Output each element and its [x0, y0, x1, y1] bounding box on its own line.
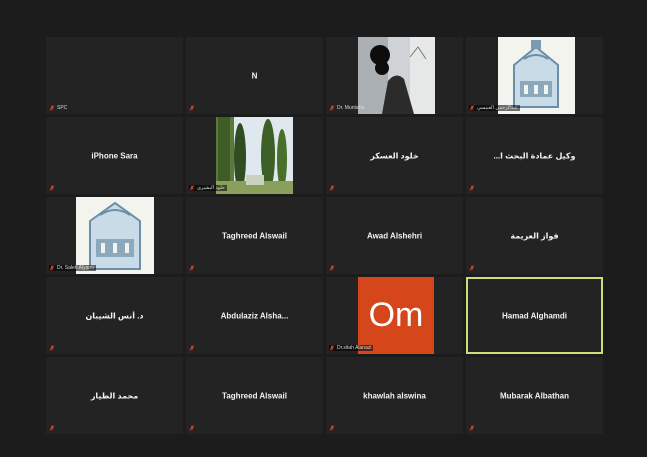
mic-muted-icon	[189, 185, 195, 191]
participant-video	[498, 37, 575, 114]
participant-tile[interactable]: Taghreed Alswail	[186, 357, 323, 434]
participant-display-name: Awad Alshehri	[366, 231, 423, 240]
participant-display-name: Taghreed Alswail	[222, 231, 287, 240]
participant-display-name: فواز العريمة	[510, 231, 559, 240]
participant-tile-active-speaker[interactable]: Hamad Alghamdi	[466, 277, 603, 354]
mic-muted-icon	[329, 425, 335, 431]
participant-display-name: khawlah alswina	[363, 391, 426, 400]
participant-label	[329, 185, 335, 191]
participant-tile[interactable]: Dr. Muntaha	[326, 37, 463, 114]
participant-tile[interactable]: Mubarak Albathan	[466, 357, 603, 434]
university-seal-icon	[76, 197, 154, 274]
participant-label: SPC	[49, 105, 67, 111]
mic-muted-icon	[49, 345, 55, 351]
participant-display-name: د. أنس الشيبان	[85, 311, 144, 320]
participant-name: خلود البشيرى	[197, 185, 226, 191]
participant-video	[76, 197, 154, 274]
video-frame-image	[216, 117, 293, 194]
participant-tile[interactable]: Taghreed Alswail	[186, 197, 323, 274]
mic-muted-icon	[49, 105, 55, 111]
mic-muted-icon	[469, 105, 475, 111]
participant-label	[49, 425, 55, 431]
mic-muted-icon	[49, 265, 55, 271]
participant-label	[469, 425, 475, 431]
participant-tile[interactable]: SPC	[46, 37, 183, 114]
mic-muted-icon	[189, 345, 195, 351]
participant-tile[interactable]: خلود العسكر	[326, 117, 463, 194]
mic-muted-icon	[469, 425, 475, 431]
participant-display-name: خلود العسكر	[370, 151, 419, 160]
participant-display-name: ...وكيل عمادة البحث ا	[493, 151, 576, 160]
mic-muted-icon	[469, 185, 475, 191]
participant-name: Dr. Muntaha	[337, 105, 365, 111]
participant-display-name: محمد الطيار	[90, 391, 139, 400]
participant-label: Dr. Muntaha	[329, 105, 364, 111]
participant-label	[469, 185, 475, 191]
participant-tile[interactable]: د. أنس الشيبان	[46, 277, 183, 354]
participant-name: Dr.sitah Alanazi	[337, 345, 372, 351]
mic-muted-icon	[329, 185, 335, 191]
participant-tile[interactable]: N	[186, 37, 323, 114]
participant-tile[interactable]: محمد الطيار	[46, 357, 183, 434]
participant-avatar: Om	[358, 277, 434, 354]
participant-label	[189, 105, 195, 111]
video-frame-image	[358, 37, 435, 114]
participant-name: عبدالرحمن العنيسي	[477, 105, 518, 111]
participant-label	[49, 185, 55, 191]
mic-muted-icon	[49, 185, 55, 191]
participant-display-name: Mubarak Albathan	[499, 391, 570, 400]
participant-label	[329, 265, 335, 271]
mic-muted-icon	[189, 425, 195, 431]
participant-tile[interactable]: ...وكيل عمادة البحث ا	[466, 117, 603, 194]
participant-tile[interactable]: Om Dr.sitah Alanazi	[326, 277, 463, 354]
participant-name: Dr. Saleh Alyami	[57, 265, 94, 271]
participant-label	[189, 425, 195, 431]
gallery-grid: SPC N Dr. Muntaha عبدالرحمن العنيسي iPho…	[46, 37, 605, 437]
participant-label: Dr.sitah Alanazi	[329, 345, 374, 351]
participant-display-name: Abdulaziz Alsha...	[220, 311, 289, 320]
mic-muted-icon	[329, 345, 335, 351]
participant-display-name: iPhone Sara	[91, 151, 138, 160]
participant-display-name: N	[251, 71, 258, 80]
participant-tile[interactable]: iPhone Sara	[46, 117, 183, 194]
participant-tile[interactable]: Dr. Saleh Alyami	[46, 197, 183, 274]
participant-tile[interactable]: Abdulaziz Alsha...	[186, 277, 323, 354]
participant-tile[interactable]: خلود البشيرى	[186, 117, 323, 194]
mic-muted-icon	[49, 425, 55, 431]
mic-muted-icon	[329, 265, 335, 271]
participant-label	[49, 345, 55, 351]
participant-display-name: Hamad Alghamdi	[501, 311, 568, 320]
participant-tile[interactable]: فواز العريمة	[466, 197, 603, 274]
participant-label: عبدالرحمن العنيسي	[469, 105, 520, 111]
participant-video	[358, 37, 435, 114]
mic-muted-icon	[469, 265, 475, 271]
participant-label: Dr. Saleh Alyami	[49, 265, 96, 271]
participant-tile[interactable]: عبدالرحمن العنيسي	[466, 37, 603, 114]
participant-tile[interactable]: Awad Alshehri	[326, 197, 463, 274]
university-seal-icon	[498, 37, 575, 114]
participant-display-name: Taghreed Alswail	[222, 391, 287, 400]
participant-label	[329, 425, 335, 431]
mic-muted-icon	[329, 105, 335, 111]
participant-label	[469, 265, 475, 271]
mic-muted-icon	[189, 265, 195, 271]
participant-label	[189, 345, 195, 351]
mic-muted-icon	[189, 105, 195, 111]
participant-label	[189, 265, 195, 271]
participant-video	[216, 117, 293, 194]
participant-name: SPC	[57, 105, 68, 111]
participant-tile[interactable]: khawlah alswina	[326, 357, 463, 434]
participant-label: خلود البشيرى	[189, 185, 228, 191]
